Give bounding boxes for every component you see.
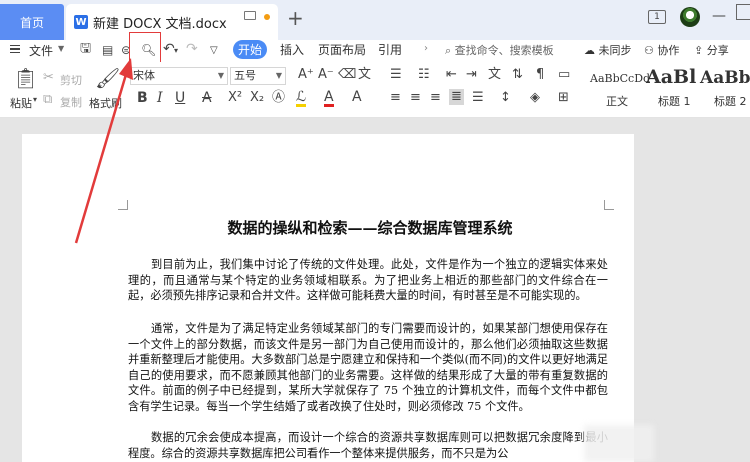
- annotation-arrow-line: [74, 70, 129, 244]
- annotation-arrow: [74, 58, 133, 244]
- annotation-arrow-head: [119, 58, 133, 80]
